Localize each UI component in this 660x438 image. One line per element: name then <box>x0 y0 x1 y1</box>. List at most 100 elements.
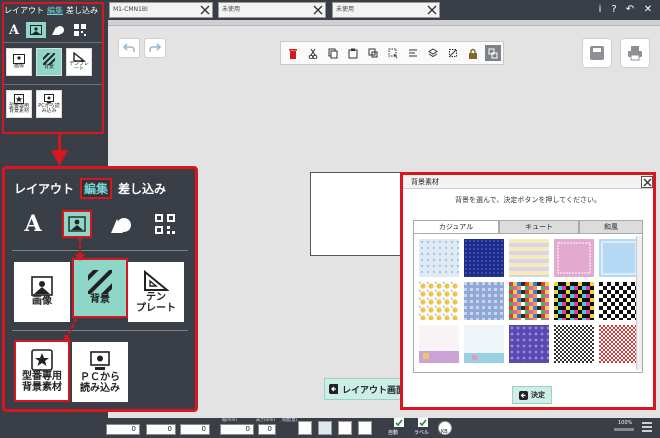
background-icon <box>88 270 112 295</box>
undo-icon <box>123 43 135 52</box>
close-icon[interactable] <box>199 4 211 16</box>
text-tool-icon[interactable]: A <box>18 210 48 238</box>
zoom-divider <box>12 250 188 251</box>
background-thumbnail[interactable] <box>464 239 504 277</box>
image-tool-icon[interactable] <box>62 210 92 238</box>
zoom-divider <box>12 330 188 331</box>
zoom-template-label-1: テン <box>146 291 166 303</box>
zoom-model-bg-button[interactable]: 型番専用 背景素材 <box>14 340 70 402</box>
undo-button[interactable] <box>118 38 140 58</box>
rotate-icon[interactable] <box>338 421 352 435</box>
align-icon[interactable] <box>405 45 421 61</box>
pc-icon <box>90 350 110 370</box>
back-button[interactable]: ↶ <box>622 2 638 18</box>
zoom-tab-layout[interactable]: レイアウト <box>14 180 74 197</box>
zoom-pc-load-label-2: 読み込み <box>80 383 120 394</box>
auto-label: 自動 <box>388 430 399 436</box>
flip-icon[interactable] <box>358 421 372 435</box>
background-thumbnail-panel <box>413 233 643 373</box>
height-input[interactable]: 0 <box>258 424 276 435</box>
redo-button[interactable] <box>144 38 166 58</box>
background-thumbnail[interactable] <box>599 325 639 363</box>
background-thumbnail[interactable] <box>509 282 549 320</box>
dialog-tab-cute[interactable]: キュート <box>499 220 579 234</box>
menu-icon[interactable] <box>640 420 654 434</box>
background-thumbnail[interactable] <box>554 325 594 363</box>
checkbox-auto-icon[interactable] <box>394 418 406 428</box>
layout-screen-label: レイアウト画面 <box>341 385 405 396</box>
print-icon <box>628 46 642 61</box>
zoom-template-button[interactable]: テン プレート <box>128 262 184 322</box>
height-label: 高さ(mm) <box>256 417 275 422</box>
lock-icon[interactable] <box>465 45 481 61</box>
background-thumbnail[interactable] <box>419 282 459 320</box>
document-tab-3[interactable]: 未使用 <box>332 2 440 18</box>
thumbnail-scrollbar[interactable] <box>636 236 642 370</box>
document-tab-2[interactable]: 未使用 <box>218 2 326 18</box>
background-thumbnail[interactable] <box>419 325 459 363</box>
x-input[interactable]: 0 <box>106 424 140 435</box>
zoom-image-button[interactable]: 画像 <box>14 262 70 322</box>
page-icon[interactable] <box>318 421 332 435</box>
background-thumbnail[interactable] <box>599 282 639 320</box>
template-icon <box>144 269 169 291</box>
confirm-button[interactable]: 決定 <box>512 386 552 404</box>
paste-icon[interactable] <box>345 45 361 61</box>
zoom-level: 100% <box>618 420 633 426</box>
background-thumbnail[interactable] <box>419 239 459 277</box>
transform-icon[interactable] <box>445 45 461 61</box>
y-input[interactable]: 0 <box>146 424 176 435</box>
background-thumbnail[interactable] <box>554 282 594 320</box>
zoom-image-label: 画像 <box>32 296 52 308</box>
duplicate-icon[interactable] <box>365 45 381 61</box>
document-tab-1[interactable]: M1-CMN1BI <box>109 2 213 18</box>
confirm-label: 決定 <box>531 391 545 399</box>
dialog-tab-japanese[interactable]: 和風 <box>579 220 643 234</box>
redo-icon <box>149 43 161 52</box>
save-button[interactable] <box>582 38 612 68</box>
copy-icon[interactable] <box>325 45 341 61</box>
close-icon[interactable] <box>641 176 653 188</box>
back-arrow-icon <box>329 384 338 394</box>
qr-tool-icon[interactable] <box>150 210 180 238</box>
zoom-pc-load-label-1: ＰＣから <box>80 371 120 383</box>
layer-icon[interactable] <box>425 45 441 61</box>
zoom-tab-merge[interactable]: 差し込み <box>118 180 166 197</box>
delete-icon[interactable] <box>285 45 301 61</box>
callout-arrow-icon <box>75 238 85 261</box>
background-thumbnail[interactable] <box>599 239 639 277</box>
background-thumbnail[interactable] <box>464 282 504 320</box>
document-tab-label: M1-CMN1BI <box>113 6 148 13</box>
save-icon <box>590 46 604 60</box>
close-icon[interactable] <box>426 4 438 16</box>
zoom-tab-edit[interactable]: 編集 <box>80 178 113 199</box>
close-icon[interactable] <box>312 4 324 16</box>
layout-screen-button[interactable]: レイアウト画面 <box>324 378 406 400</box>
edit-toolbar <box>280 41 504 65</box>
group-icon[interactable] <box>485 45 501 61</box>
zoom-background-button[interactable]: 背景 <box>72 258 128 318</box>
zoom-model-bg-label-2: 背景素材 <box>22 382 62 393</box>
z-input[interactable]: 0 <box>180 424 210 435</box>
background-thumbnail[interactable] <box>554 239 594 277</box>
width-label: 幅(mm) <box>222 417 237 422</box>
app-close-button[interactable]: ✕ <box>640 2 656 18</box>
label-document[interactable] <box>310 172 406 256</box>
zoom-slider[interactable] <box>614 428 634 431</box>
help-button[interactable]: ? <box>606 2 622 18</box>
background-thumbnail[interactable] <box>464 325 504 363</box>
angle-label: 角度(度) <box>282 417 298 422</box>
print-button[interactable] <box>620 38 650 68</box>
select-icon[interactable] <box>385 45 401 61</box>
cut-icon[interactable] <box>305 45 321 61</box>
background-thumbnail[interactable] <box>509 325 549 363</box>
background-thumbnail[interactable] <box>509 239 549 277</box>
orient-icon[interactable] <box>298 421 312 435</box>
back-arrow-icon <box>519 390 528 400</box>
shape-tool-icon[interactable] <box>106 210 136 238</box>
width-input[interactable]: 0 <box>220 424 254 435</box>
zoom-pc-load-button[interactable]: ＰＣから 読み込み <box>72 342 128 402</box>
callout-arrow-icon <box>51 150 68 166</box>
dialog-tab-casual[interactable]: カジュアル <box>413 220 499 234</box>
checkbox-label-icon[interactable] <box>418 418 430 428</box>
